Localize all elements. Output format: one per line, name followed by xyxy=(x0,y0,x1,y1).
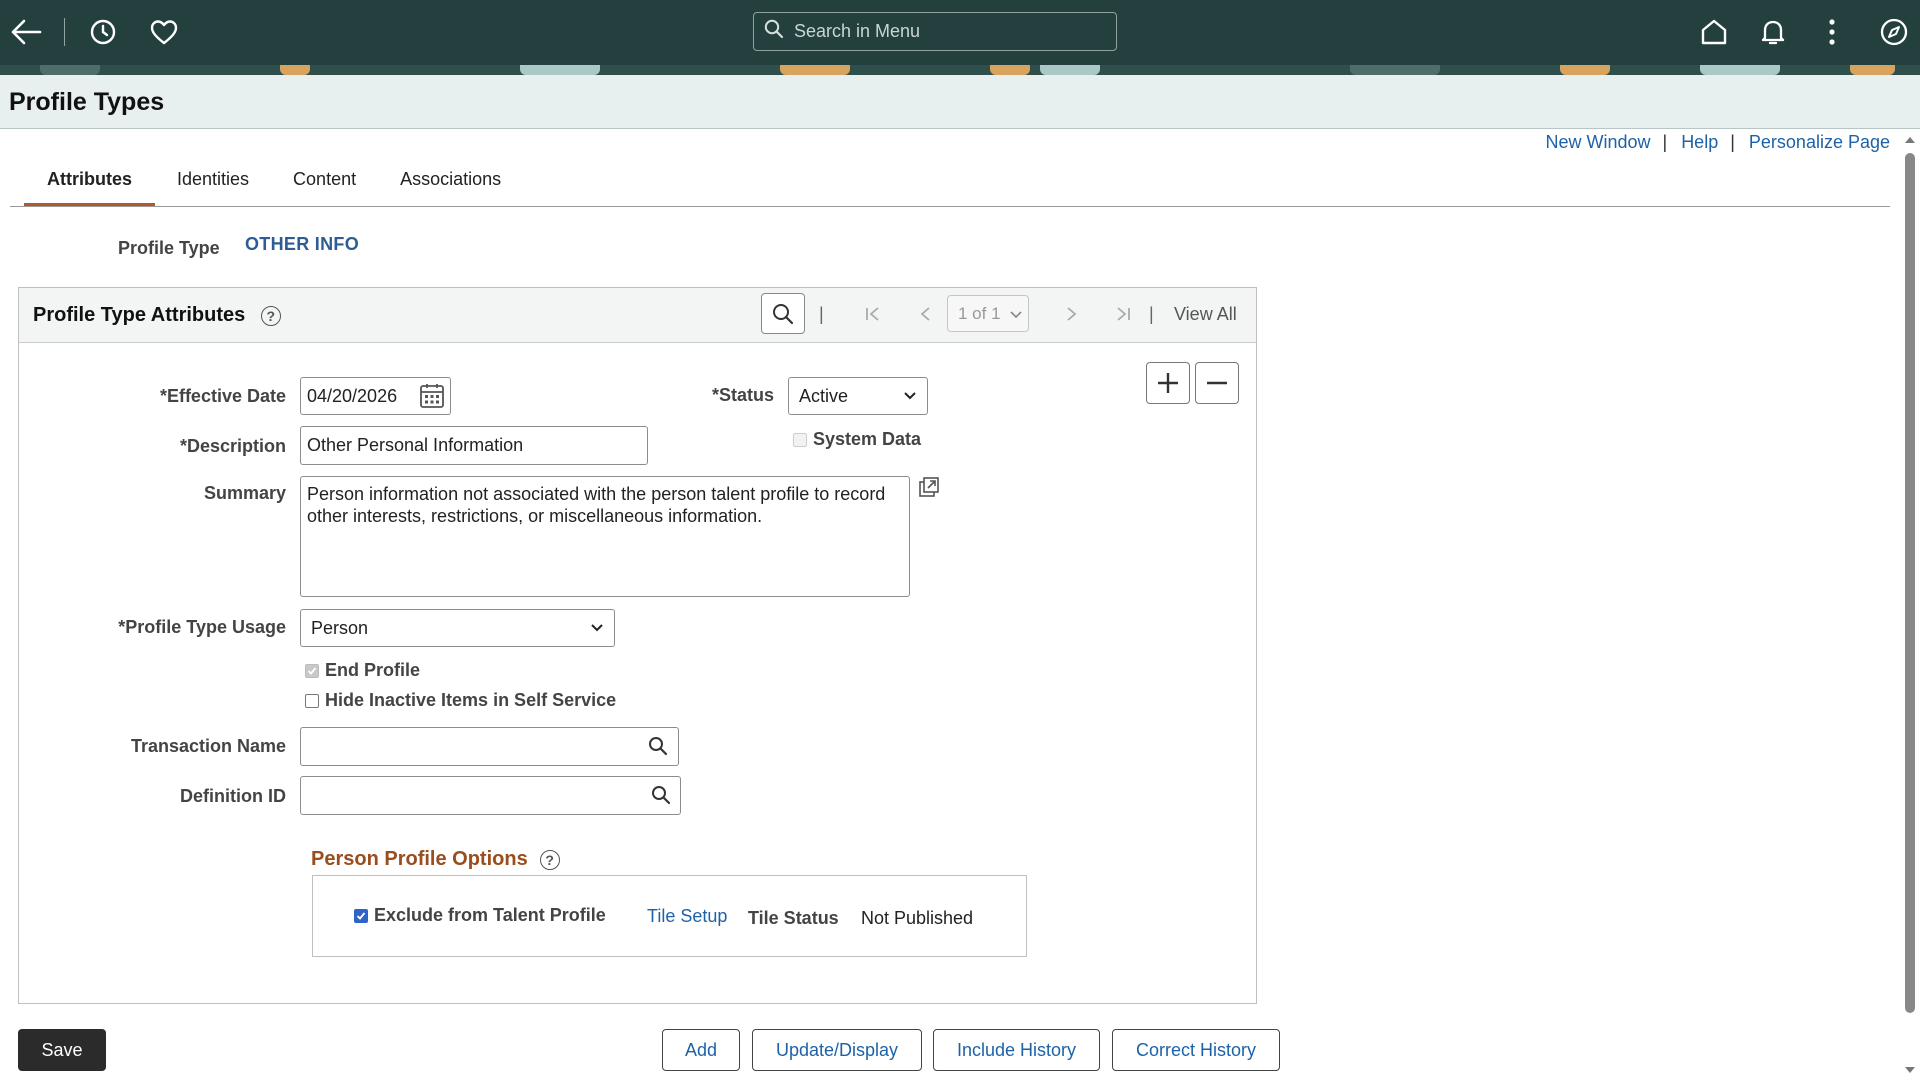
home-icon[interactable] xyxy=(1694,12,1734,52)
group-title: Profile Type Attributes ? xyxy=(33,304,281,327)
help-icon[interactable]: ? xyxy=(260,306,281,326)
person-profile-options-title: Person Profile Options ? xyxy=(311,848,560,871)
tab-identities[interactable]: Identities xyxy=(155,166,271,206)
exclude-talent-profile-checkbox[interactable] xyxy=(354,908,368,923)
system-data-label: System Data xyxy=(813,429,922,449)
status-select-value: Active xyxy=(799,385,849,406)
navigator-compass-icon[interactable] xyxy=(1874,12,1914,52)
include-history-button[interactable]: Include History xyxy=(933,1029,1100,1071)
menu-search-input[interactable] xyxy=(792,20,1102,43)
transaction-name-label: Transaction Name xyxy=(130,736,286,756)
top-banner xyxy=(0,0,1920,65)
scroll-down-icon[interactable] xyxy=(1903,1064,1917,1076)
hide-inactive-checkbox[interactable] xyxy=(305,693,319,708)
save-button[interactable]: Save xyxy=(18,1029,106,1071)
description-label: *Description xyxy=(179,436,286,456)
tab-content[interactable]: Content xyxy=(271,166,378,206)
definition-id-label: Definition ID xyxy=(180,786,286,806)
scroll-up-icon[interactable] xyxy=(1903,134,1917,146)
system-data-checkbox[interactable] xyxy=(793,432,807,447)
scrollbar-thumb[interactable] xyxy=(1905,153,1915,1013)
summary-textarea[interactable]: Person information not associated with t… xyxy=(300,476,910,597)
add-row-button[interactable] xyxy=(1146,362,1190,404)
correct-history-button[interactable]: Correct History xyxy=(1112,1029,1280,1071)
profile-type-value: OTHER INFO xyxy=(245,234,359,254)
profile-type-label: Profile Type xyxy=(118,238,220,258)
system-data-checkbox-row: System Data xyxy=(793,429,921,450)
personalize-page-link[interactable]: Personalize Page xyxy=(1749,132,1890,153)
description-input[interactable] xyxy=(300,426,648,465)
checkmark-icon xyxy=(356,911,366,920)
profile-type-usage-value: Person xyxy=(311,617,369,638)
search-icon xyxy=(764,19,784,44)
delete-row-button[interactable] xyxy=(1195,362,1239,404)
definition-id-input[interactable] xyxy=(300,776,681,815)
expand-textarea-icon[interactable] xyxy=(918,476,940,503)
tile-setup-link[interactable]: Tile Setup xyxy=(647,906,727,927)
last-page-icon[interactable] xyxy=(1111,302,1135,326)
end-profile-checkbox-row: End Profile xyxy=(305,660,420,681)
next-page-icon[interactable] xyxy=(1059,302,1083,326)
tab-divider xyxy=(10,206,1890,207)
back-arrow-icon[interactable] xyxy=(6,12,46,52)
effective-date-label: *Effective Date xyxy=(159,386,286,406)
new-window-link[interactable]: New Window xyxy=(1545,132,1650,153)
menu-search-box[interactable] xyxy=(753,12,1117,51)
checkmark-icon xyxy=(307,666,317,675)
first-page-icon[interactable] xyxy=(861,302,885,326)
end-profile-checkbox[interactable] xyxy=(305,663,319,678)
group-title-text: Profile Type Attributes xyxy=(33,304,246,326)
chevron-down-icon xyxy=(591,624,603,632)
calendar-icon[interactable] xyxy=(419,382,445,415)
profile-type-usage-label: *Profile Type Usage xyxy=(118,617,286,637)
minus-icon xyxy=(1207,381,1227,385)
person-profile-options-text: Person Profile Options xyxy=(311,848,528,870)
transaction-name-input[interactable] xyxy=(300,727,679,766)
end-profile-label: End Profile xyxy=(325,660,421,680)
notifications-bell-icon[interactable] xyxy=(1753,12,1793,52)
profile-type-usage-select[interactable]: Person xyxy=(300,609,615,647)
toolbar-separator xyxy=(64,18,65,46)
find-button[interactable] xyxy=(761,293,805,334)
history-clock-icon[interactable] xyxy=(83,12,123,52)
tab-associations[interactable]: Associations xyxy=(378,166,523,206)
tile-status-label: Tile Status xyxy=(748,908,839,928)
view-all-link[interactable]: View All xyxy=(1174,304,1237,325)
help-icon[interactable]: ? xyxy=(539,849,560,870)
page-selector-value: 1 of 1 xyxy=(958,303,1001,323)
pager-separator: | xyxy=(819,304,824,324)
status-select[interactable]: Active xyxy=(788,377,928,415)
group-header: Profile Type Attributes ? | 1 of 1 | Vie… xyxy=(19,288,1256,343)
plus-icon xyxy=(1158,373,1178,393)
transaction-name-lookup-icon[interactable] xyxy=(648,736,668,761)
page-selector[interactable]: 1 of 1 xyxy=(947,295,1029,332)
exclude-talent-profile-checkbox-row: Exclude from Talent Profile xyxy=(354,905,606,926)
hide-inactive-label: Hide Inactive Items in Self Service xyxy=(325,690,617,710)
banner-decoration xyxy=(0,65,1920,75)
status-label: *Status xyxy=(711,385,774,405)
chevron-down-icon xyxy=(1010,311,1022,319)
tile-status-value: Not Published xyxy=(861,908,974,928)
page-tabs: Attributes Identities Content Associatio… xyxy=(24,166,523,206)
link-separator: | xyxy=(1662,132,1668,152)
help-link[interactable]: Help xyxy=(1681,132,1718,153)
previous-page-icon[interactable] xyxy=(914,302,938,326)
add-button[interactable]: Add xyxy=(662,1029,740,1071)
hide-inactive-checkbox-row: Hide Inactive Items in Self Service xyxy=(305,690,616,711)
chevron-down-icon xyxy=(904,392,916,400)
search-icon xyxy=(773,303,794,324)
page-title: Profile Types xyxy=(9,88,165,116)
summary-label: Summary xyxy=(203,483,286,503)
page-title-bar: Profile Types xyxy=(0,75,1920,129)
exclude-talent-profile-label: Exclude from Talent Profile xyxy=(374,905,606,925)
more-actions-icon[interactable] xyxy=(1812,12,1852,52)
link-separator: | xyxy=(1730,132,1735,152)
favorites-heart-icon[interactable] xyxy=(144,12,184,52)
page-links: New Window | Help | Personalize Page xyxy=(1545,132,1890,153)
update-display-button[interactable]: Update/Display xyxy=(752,1029,922,1071)
tab-attributes[interactable]: Attributes xyxy=(24,166,155,206)
pager-separator: | xyxy=(1149,304,1154,324)
definition-id-lookup-icon[interactable] xyxy=(651,785,671,810)
